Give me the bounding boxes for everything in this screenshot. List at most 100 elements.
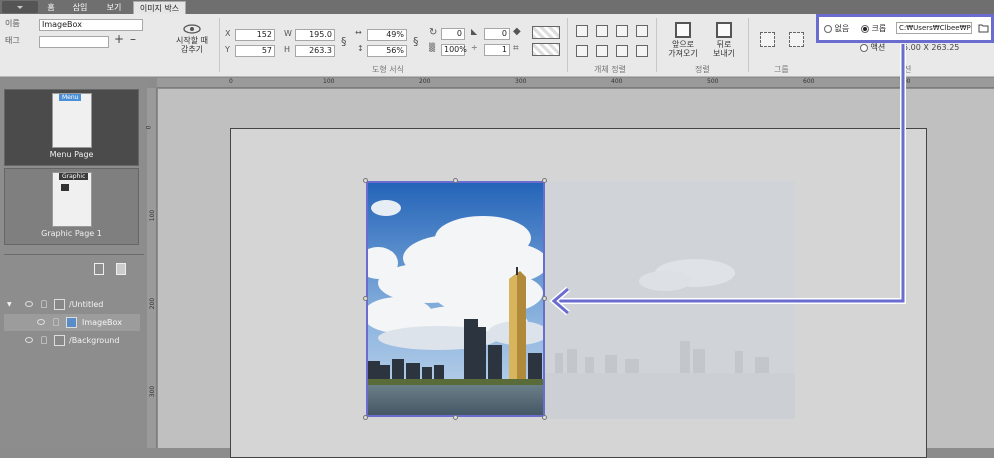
eye-icon[interactable]: [37, 319, 45, 325]
fill-color-dropdown[interactable]: [532, 26, 560, 39]
width-field[interactable]: 195.0: [295, 29, 335, 41]
page-thumb-menu[interactable]: Menu Menu Page: [4, 89, 139, 166]
rotate-icon: ↻: [429, 27, 438, 38]
send-backward-label-1: 뒤로: [716, 40, 732, 49]
send-backward-icon: [716, 22, 732, 38]
y-label: Y: [225, 45, 230, 54]
rotation-field[interactable]: 0: [441, 28, 465, 40]
image-group-label: 션: [904, 65, 912, 74]
collapse-caret-icon[interactable]: ▼: [7, 296, 12, 313]
order-group-label: 정렬: [695, 65, 710, 74]
border-width-icon: ÷: [471, 43, 478, 52]
opacity-icon: ▒: [429, 43, 436, 52]
link-scale-icon[interactable]: §: [413, 35, 419, 48]
resize-handle-bl[interactable]: [363, 415, 368, 420]
tab-home[interactable]: 홈: [40, 1, 62, 14]
y-field[interactable]: 57: [235, 45, 275, 57]
page-thumb-graphic[interactable]: Graphic Graphic Page 1: [4, 168, 139, 245]
ungroup-icon[interactable]: [789, 32, 804, 47]
image-box[interactable]: [366, 181, 545, 417]
tag-add-button[interactable]: +: [114, 32, 124, 46]
w-label: W: [284, 29, 292, 38]
distribute-horizontal-icon[interactable]: [636, 25, 648, 37]
opacity-field[interactable]: 100%: [441, 44, 467, 56]
city-skyline-photo: [368, 183, 543, 415]
image-thumb-icon: [61, 184, 69, 191]
name-field[interactable]: ImageBox: [39, 19, 143, 31]
height-field[interactable]: 263.3: [295, 45, 335, 57]
duplicate-page-icon[interactable]: [116, 263, 126, 275]
tab-image-box[interactable]: 이미지 박스: [133, 1, 186, 14]
tag-label: 태그: [5, 36, 20, 45]
border-frame-icon[interactable]: ⌗: [513, 43, 519, 54]
scale-width-field[interactable]: 49%: [367, 29, 407, 41]
bring-forward-button[interactable]: 앞으로 가져오기: [662, 22, 704, 58]
resize-handle-b[interactable]: [453, 415, 458, 420]
ruler-tick: 700: [899, 78, 911, 85]
align-left-icon[interactable]: [576, 25, 588, 37]
tab-view[interactable]: 보기: [99, 1, 129, 14]
group-group-label: 그룹: [774, 65, 789, 74]
resize-handle-br[interactable]: [542, 415, 547, 420]
radio-crop[interactable]: 크롭: [861, 23, 886, 34]
resize-handle-l[interactable]: [363, 296, 368, 301]
ruler-tick: 200: [149, 297, 157, 310]
link-size-icon[interactable]: §: [341, 35, 347, 48]
radio-crop-circle[interactable]: [861, 24, 869, 33]
eye-icon: [183, 24, 201, 34]
layer-row-imagebox[interactable]: ImageBox: [4, 314, 140, 331]
border-width-field[interactable]: 1: [484, 44, 510, 56]
layer-row-background[interactable]: /Background: [4, 332, 140, 349]
name-label: 이름: [5, 19, 20, 28]
radio-action-circle[interactable]: [860, 43, 868, 52]
lock-icon[interactable]: [41, 336, 47, 344]
align-center-icon[interactable]: [596, 25, 608, 37]
resize-handle-tr[interactable]: [542, 178, 547, 183]
align-right-icon[interactable]: [616, 25, 628, 37]
group-icon[interactable]: [760, 32, 775, 47]
align-top-icon[interactable]: [576, 45, 588, 57]
scale-height-field[interactable]: 56%: [367, 45, 407, 57]
ribbon-separator: [656, 18, 657, 72]
lock-icon[interactable]: [41, 300, 47, 308]
ruler-tick: 500: [707, 78, 719, 85]
lock-icon[interactable]: [53, 318, 59, 326]
ruler-tick: 200: [419, 78, 431, 85]
fill-bucket-icon[interactable]: ◆: [513, 26, 521, 37]
shape-style-group-label: 도형 서식: [372, 65, 404, 74]
radio-action[interactable]: 액션: [860, 42, 885, 53]
ruler-tick: 0: [145, 125, 153, 130]
tag-field[interactable]: [39, 36, 109, 48]
eye-icon[interactable]: [25, 301, 33, 307]
x-label: X: [225, 29, 231, 38]
align-middle-icon[interactable]: [596, 45, 608, 57]
align-bottom-icon[interactable]: [616, 45, 628, 57]
send-backward-button[interactable]: 뒤로 보내기: [704, 22, 744, 58]
x-field[interactable]: 152: [235, 29, 275, 41]
scale-width-icon: ↔: [355, 28, 362, 37]
radio-crop-label: 크롭: [871, 24, 887, 33]
eye-icon[interactable]: [25, 337, 33, 343]
add-page-icon[interactable]: [94, 263, 104, 275]
tag-remove-button[interactable]: –: [130, 32, 136, 46]
distribute-vertical-icon[interactable]: [636, 45, 648, 57]
resize-handle-r[interactable]: [542, 296, 547, 301]
layer-icon: [54, 299, 65, 310]
tab-insert[interactable]: 삽입: [66, 1, 94, 14]
skew-field[interactable]: 0: [484, 28, 510, 40]
file-menu-button[interactable]: [2, 1, 38, 13]
border-color-dropdown[interactable]: [532, 43, 560, 56]
page-name: Graphic Page 1: [41, 229, 102, 238]
folder-icon[interactable]: [978, 23, 989, 33]
radio-none[interactable]: 없음: [824, 23, 849, 34]
image-size-readout: 5.00 X 263.25: [903, 43, 960, 52]
layer-name: ImageBox: [82, 318, 122, 327]
resize-handle-tl[interactable]: [363, 178, 368, 183]
radio-none-label: 없음: [834, 24, 850, 33]
image-path-field[interactable]: C:₩Users₩Clbee₩Pi: [896, 22, 972, 34]
layer-row-untitled[interactable]: ▼ /Untitled: [4, 296, 140, 313]
layer-name: /Background: [69, 336, 120, 345]
resize-handle-t[interactable]: [453, 178, 458, 183]
radio-none-circle[interactable]: [824, 24, 832, 33]
hide-on-start-button[interactable]: 시작할 때 감추기: [170, 24, 214, 54]
